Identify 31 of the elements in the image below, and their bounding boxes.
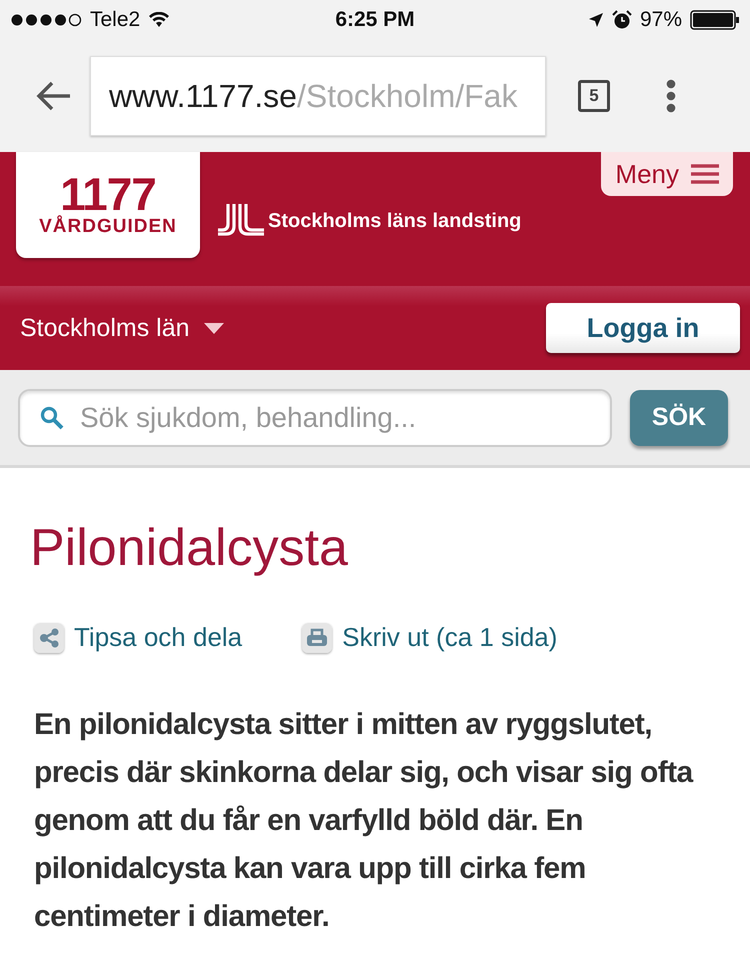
location-arrow-icon [588, 12, 604, 28]
print-link[interactable]: Skriv ut (ca 1 sida) [302, 622, 558, 653]
back-arrow-icon[interactable] [36, 81, 72, 111]
search-field[interactable]: Sök sjukdom, behandling... [18, 388, 612, 446]
search-icon [40, 406, 64, 430]
organization-name: Stockholms läns landsting [268, 210, 522, 232]
printer-icon [302, 622, 332, 652]
region-dropdown[interactable]: Stockholms län [20, 314, 224, 342]
carrier-name: Tele2 [90, 8, 140, 32]
wifi-icon [148, 12, 170, 28]
login-button[interactable]: Logga in [546, 303, 740, 353]
battery-percent: 97% [640, 8, 682, 32]
signal-icon [10, 13, 82, 27]
logo-number: 1177 [60, 172, 156, 216]
landsting-logo-icon [218, 204, 264, 238]
search-button[interactable]: SÖK [630, 390, 728, 446]
alarm-clock-icon [612, 10, 632, 30]
address-bar[interactable]: www.1177.se/Stockholm/Fak [90, 56, 546, 136]
hamburger-icon [691, 164, 719, 184]
caret-icon [204, 322, 224, 334]
page-title: Pilonidalcysta [30, 518, 349, 579]
more-menu-icon[interactable] [666, 79, 676, 113]
clock-time: 6:25 PM [335, 8, 415, 32]
menu-button[interactable]: Meny [601, 152, 733, 196]
share-link[interactable]: Tipsa och dela [34, 622, 242, 653]
logo-name: VÅRDGUIDEN [39, 216, 177, 238]
intro-paragraph: En pilonidalcysta sitter i mitten av ryggslutet, precis där skinkorna delar sig, och visar sig ofta genom att du får en varfylld böld där. En pilonidalcysta kan vara upp till cirka fem centimeter i diameter. [34, 707, 694, 935]
site-logo[interactable]: 1177 VÅRDGUIDEN [16, 152, 200, 258]
tab-count-button[interactable]: 5 [578, 80, 610, 112]
battery-icon [690, 10, 740, 30]
share-icon [34, 622, 64, 652]
